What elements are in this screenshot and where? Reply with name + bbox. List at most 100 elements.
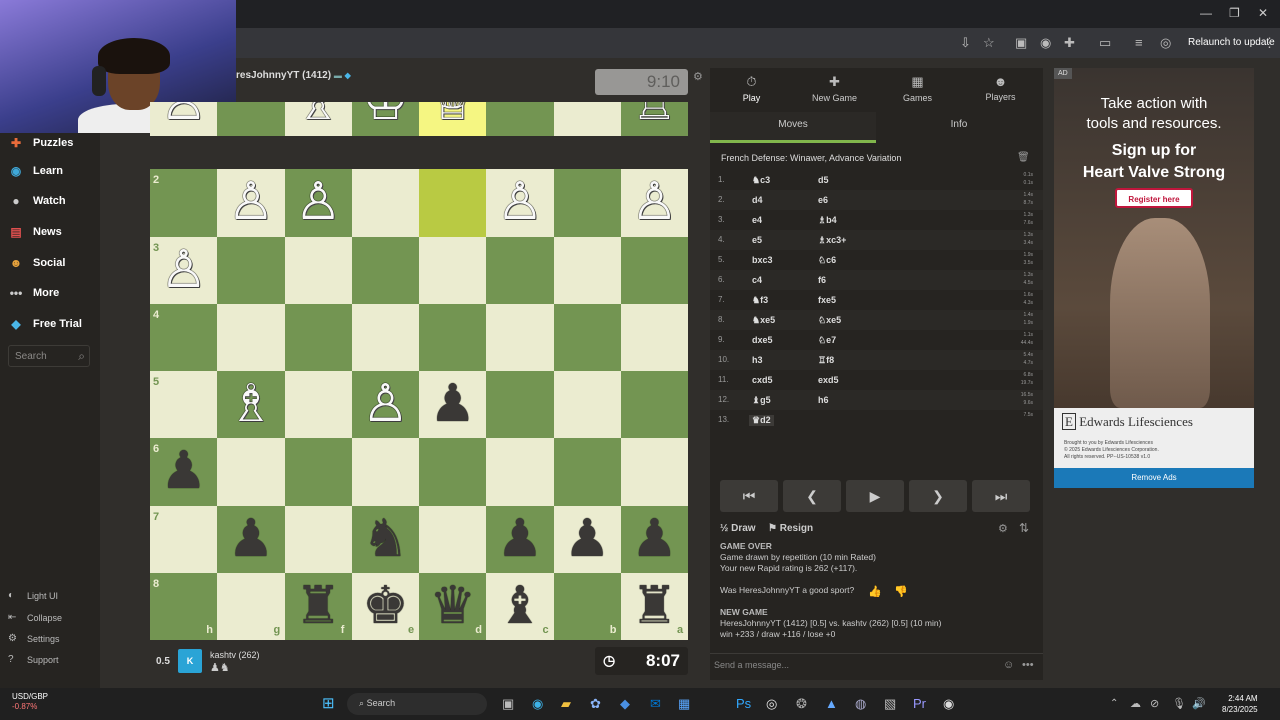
board-square[interactable] <box>620 371 688 439</box>
board-square[interactable] <box>620 438 688 506</box>
board-square[interactable] <box>351 438 419 506</box>
sidebar-item-social[interactable]: ☻ Social <box>8 253 66 273</box>
white-move[interactable]: e4 <box>752 215 762 225</box>
black-move[interactable]: fxe5 <box>818 295 836 305</box>
draw-button[interactable]: ½ Draw <box>720 523 756 534</box>
photoshop-icon[interactable]: Ps <box>736 696 751 711</box>
restore-icon[interactable]: ❐ <box>1229 6 1240 20</box>
tab-moves[interactable]: Moves <box>710 112 876 143</box>
reading-list-icon[interactable]: ≡ <box>1135 35 1143 50</box>
remove-ads-button[interactable]: Remove Ads <box>1054 468 1254 488</box>
sidebar-item-learn[interactable]: ◉ Learn <box>8 161 63 181</box>
black-move[interactable]: ♘xe5 <box>818 315 841 326</box>
edge-icon[interactable]: ◉ <box>532 696 543 712</box>
chess-piece[interactable]: ♙ <box>486 169 553 236</box>
board-square[interactable] <box>553 169 621 237</box>
minimize-icon[interactable]: — <box>1200 6 1212 20</box>
file-explorer-icon[interactable]: ▰ <box>561 696 571 712</box>
chess-piece[interactable]: ♙ <box>150 237 217 304</box>
emoji-icon[interactable]: ☺ <box>1003 659 1014 671</box>
white-move[interactable]: bxc3 <box>752 255 773 265</box>
chess-piece[interactable]: ♙ <box>150 102 217 136</box>
premiere-icon[interactable]: Pr <box>913 696 926 711</box>
dropbox-icon[interactable]: ◆ <box>620 696 630 712</box>
black-move[interactable]: d5 <box>818 175 829 185</box>
board-square[interactable] <box>150 505 218 573</box>
app-icon[interactable]: ▲ <box>825 696 838 711</box>
board-square[interactable] <box>419 505 487 573</box>
black-move[interactable]: ♗b4 <box>818 215 837 226</box>
board-square[interactable] <box>486 438 554 506</box>
board-square[interactable] <box>553 303 621 371</box>
board-square[interactable] <box>284 438 352 506</box>
white-move[interactable]: e5 <box>752 235 762 245</box>
sidebar-item-puzzles[interactable]: ✚ Puzzles <box>8 133 73 153</box>
white-move[interactable]: cxd5 <box>752 375 773 385</box>
board-square[interactable] <box>217 236 285 304</box>
board-square[interactable] <box>553 236 621 304</box>
install-icon[interactable]: ⇩ <box>960 35 971 51</box>
sidebar-collapse-button[interactable]: ⇤ Collapse <box>8 612 62 623</box>
chess-piece[interactable]: ♙ <box>352 371 419 438</box>
outlook-icon[interactable]: ✉ <box>650 696 661 712</box>
board-square[interactable] <box>419 236 487 304</box>
thumbs-up-icon[interactable]: 👍 <box>868 585 882 598</box>
ad-register-button[interactable]: Register here <box>1115 188 1193 208</box>
steam-icon[interactable]: ◍ <box>855 696 866 712</box>
resign-button[interactable]: ⚑ Resign <box>768 523 813 534</box>
board-square[interactable] <box>150 169 218 237</box>
black-move[interactable]: e6 <box>818 195 828 205</box>
chess-piece[interactable]: ♟ <box>217 506 284 573</box>
board-square[interactable] <box>419 438 487 506</box>
thumbs-down-icon[interactable]: 👎 <box>894 585 908 598</box>
more-options-icon[interactable]: ••• <box>1022 659 1034 671</box>
sidebar-support-button[interactable]: ? Support <box>8 654 59 665</box>
sidebar-item-news[interactable]: ▤ News <box>8 222 61 242</box>
chat-message-input[interactable]: Send a message... ☺ ••• <box>710 653 1043 677</box>
avatar[interactable]: K <box>178 649 202 673</box>
chess-piece[interactable]: ♗ <box>217 371 284 438</box>
play-button[interactable]: ▶ <box>846 480 904 512</box>
currency-widget[interactable]: USD/GBP -0.87% <box>12 692 48 712</box>
board-square[interactable] <box>486 236 554 304</box>
board-square[interactable] <box>486 102 554 137</box>
split-view-icon[interactable]: ▭ <box>1099 35 1111 51</box>
next-move-button[interactable]: ❯ <box>909 480 967 512</box>
obs-icon[interactable]: ◉ <box>943 696 954 712</box>
advertisement[interactable]: AD Take action with tools and resources.… <box>1054 68 1254 468</box>
white-move[interactable]: ♞f3 <box>752 295 768 306</box>
board-square[interactable] <box>486 371 554 439</box>
tray-icon[interactable]: ☁ <box>1130 697 1141 710</box>
black-move[interactable]: ♘c6 <box>818 255 836 266</box>
sidebar-settings-button[interactable]: ⚙ Settings <box>8 633 60 644</box>
board-square[interactable] <box>150 371 218 439</box>
profile-icon[interactable]: ◎ <box>1160 35 1171 51</box>
gear-icon[interactable]: ⚙ <box>693 70 703 83</box>
board-square[interactable] <box>419 169 487 237</box>
settings-icon[interactable]: ⚙ <box>998 522 1008 535</box>
system-clock[interactable]: 2:44 AM 8/23/2025 <box>1222 693 1258 715</box>
first-move-button[interactable]: ⏮ <box>720 480 778 512</box>
chess-piece[interactable]: ♞ <box>352 506 419 573</box>
chess-board[interactable]: ♙ ♗ ♔ ♕ ♖ ♙ ♙ ♙ ♙ ♙ ♗ ♙ ♟ ♟ ♟ ♞ ♟ ♟ ♟ ♜ ♚ ♛ ♝ ♜ 2 3 4 5 6 7 8 h g f e d c b a <box>150 102 688 640</box>
chess-piece[interactable]: ♙ <box>621 169 688 236</box>
tab-new-game[interactable]: ✚ New Game <box>793 74 876 103</box>
board-square[interactable] <box>217 438 285 506</box>
white-move[interactable]: ♞c3 <box>752 175 770 186</box>
chrome-icon[interactable]: ◎ <box>766 696 777 712</box>
previous-move-button[interactable]: ❮ <box>783 480 841 512</box>
last-move-button[interactable]: ⏭ <box>972 480 1030 512</box>
board-square[interactable] <box>486 303 554 371</box>
board-square[interactable] <box>553 371 621 439</box>
white-move[interactable]: ♝g5 <box>752 395 771 406</box>
chess-piece[interactable]: ♟ <box>554 506 621 573</box>
white-move[interactable]: h3 <box>752 355 763 365</box>
tab-info[interactable]: Info <box>876 112 1042 143</box>
chess-piece[interactable]: ♟ <box>419 371 486 438</box>
board-square[interactable] <box>620 236 688 304</box>
white-move[interactable]: dxe5 <box>752 335 773 345</box>
sidebar-item-more[interactable]: ••• More <box>8 283 60 303</box>
white-move[interactable]: c4 <box>752 275 762 285</box>
black-move[interactable]: f6 <box>818 275 826 285</box>
sidebar-item-free-trial[interactable]: ◆ Free Trial <box>8 314 82 334</box>
